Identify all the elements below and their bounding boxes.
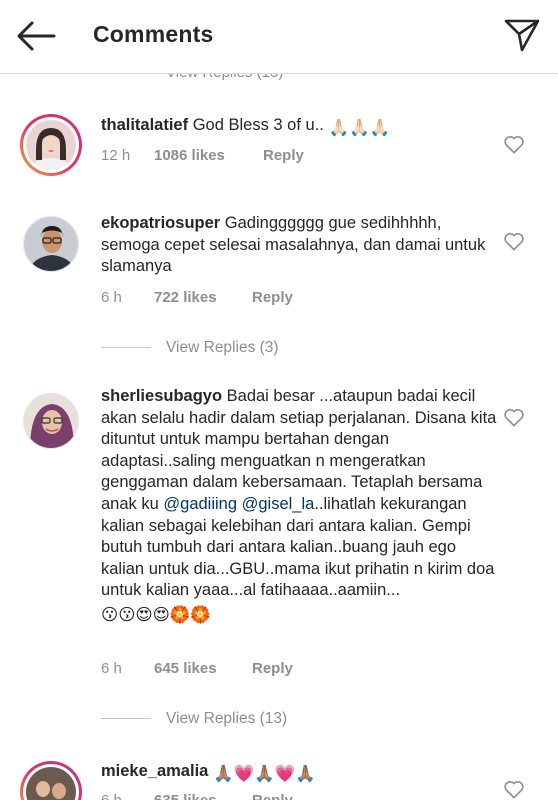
- comment-username[interactable]: thalitalatief: [101, 116, 188, 134]
- comment-likes[interactable]: 635 likes: [154, 792, 252, 800]
- comment-meta: 12 h 1086 likes Reply: [101, 147, 304, 164]
- heart-icon[interactable]: [503, 231, 525, 251]
- heart-icon[interactable]: [503, 407, 525, 427]
- reply-button[interactable]: Reply: [252, 792, 293, 800]
- view-replies-link[interactable]: View Replies (13): [166, 710, 287, 728]
- comment-meta: 6 h635 likesReply: [101, 792, 293, 800]
- comment-likes[interactable]: 722 likes: [154, 289, 252, 306]
- emoji-group: 🙏🏽💗🙏🏽💗🙏🏽: [212, 765, 316, 783]
- comment-text: ekopatriosuper Gadingggggg gue sedihhhhh…: [101, 213, 501, 278]
- view-replies-link[interactable]: View Replies (3): [166, 339, 279, 357]
- comment-username[interactable]: mieke_amalia: [101, 762, 208, 780]
- comment-text: mieke_amalia 🙏🏽💗🙏🏽💗🙏🏽: [101, 761, 501, 786]
- direct-send-icon[interactable]: [502, 15, 542, 55]
- comment-time: 6 h: [101, 289, 122, 306]
- back-arrow-icon[interactable]: [14, 18, 58, 54]
- comment-time: 6 h: [101, 792, 154, 800]
- comment-likes[interactable]: 645 likes: [154, 660, 252, 677]
- divider: [101, 718, 151, 719]
- reply-button[interactable]: Reply: [263, 147, 304, 164]
- avatar[interactable]: [20, 114, 82, 176]
- reply-button[interactable]: Reply: [252, 289, 293, 306]
- emoji-group: 🙏🏻🙏🏻🙏🏻: [328, 119, 391, 137]
- comment-time: 6 h: [101, 660, 122, 677]
- comment-username[interactable]: sherliesubagyo: [101, 387, 222, 405]
- divider: [101, 347, 151, 348]
- mention-link[interactable]: @gadiiing: [163, 495, 237, 513]
- emoji-group: 😗😗😍😍🏵️🏵️: [101, 605, 211, 624]
- comment-meta: 6 h 722 likes Reply: [101, 289, 293, 306]
- comment-username[interactable]: ekopatriosuper: [101, 214, 220, 232]
- comment-body: God Bless 3 of u..: [192, 116, 324, 134]
- heart-icon[interactable]: [503, 134, 525, 154]
- page-title: Comments: [93, 21, 214, 47]
- avatar[interactable]: [23, 216, 79, 272]
- avatar[interactable]: [23, 393, 79, 449]
- comment-time: 12 h: [101, 147, 131, 164]
- comment-meta: 6 h 645 likes Reply: [101, 660, 293, 677]
- reply-button[interactable]: Reply: [252, 660, 293, 677]
- mention-link[interactable]: @gisel_la: [242, 495, 315, 513]
- comment-text: thalitalatief God Bless 3 of u.. 🙏🏻🙏🏻🙏🏻: [101, 115, 501, 140]
- app-header: Comments: [0, 0, 558, 74]
- heart-icon[interactable]: [503, 779, 525, 799]
- comment-likes[interactable]: 1086 likes: [154, 147, 263, 164]
- comment-text: sherliesubagyo Badai besar ...ataupun ba…: [101, 386, 501, 627]
- avatar[interactable]: [20, 761, 82, 800]
